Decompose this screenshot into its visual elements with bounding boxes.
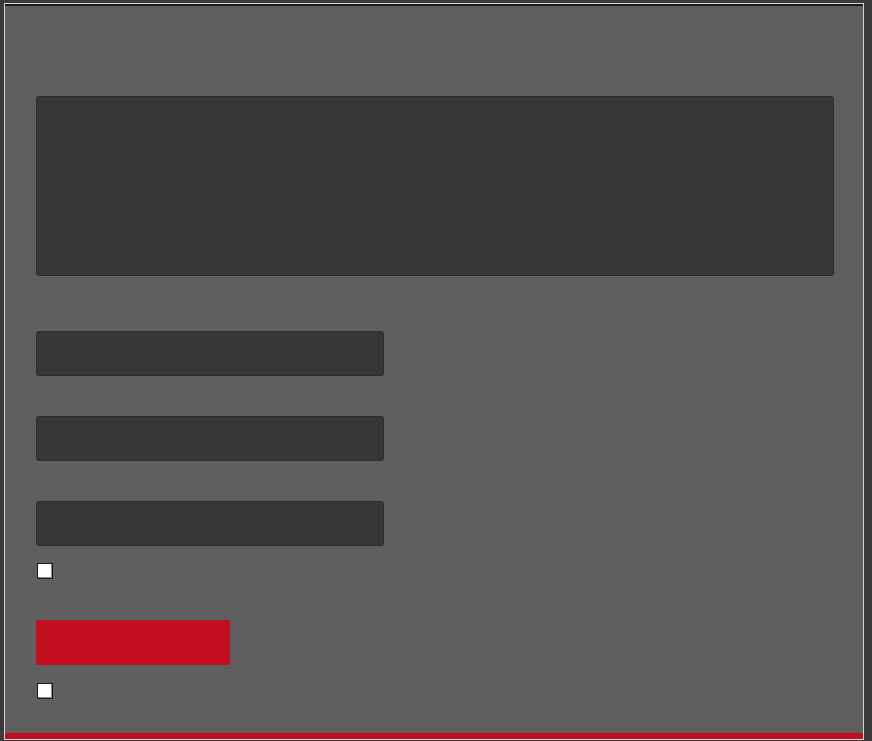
text-field-1[interactable]	[36, 331, 384, 376]
form-panel	[4, 3, 864, 740]
submit-button[interactable]	[36, 620, 230, 665]
text-field-3[interactable]	[36, 501, 384, 546]
checkbox-2[interactable]	[37, 683, 53, 699]
checkbox-1[interactable]	[37, 563, 53, 579]
text-field-2[interactable]	[36, 416, 384, 461]
message-textarea[interactable]	[36, 96, 834, 276]
